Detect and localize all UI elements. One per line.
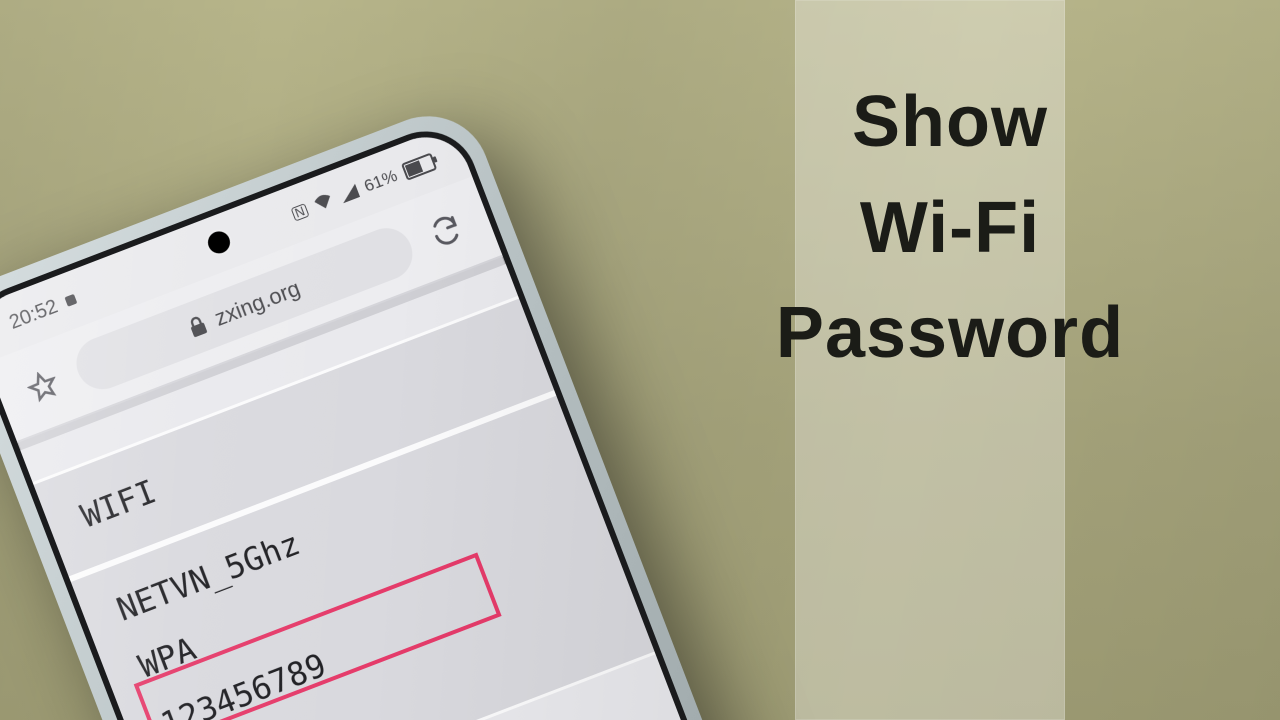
- status-battery-text: 61%: [361, 166, 400, 197]
- wifi-security-value: WPA: [133, 630, 201, 686]
- overlay-title: Show Wi-Fi Password: [690, 55, 1210, 402]
- status-notification-icon: [65, 294, 78, 307]
- refresh-icon[interactable]: [418, 203, 475, 260]
- scene-root: Show Wi-Fi Password 20:52 N: [0, 0, 1280, 720]
- overlay-line-1: Show: [690, 85, 1210, 161]
- status-battery-icon: [401, 153, 437, 181]
- status-time: 20:52: [6, 295, 61, 334]
- wifi-header-text: WIFI: [76, 472, 162, 535]
- bookmark-star-icon[interactable]: [14, 358, 71, 415]
- overlay-line-3: Password: [690, 296, 1210, 372]
- overlay-line-2: Wi-Fi: [690, 191, 1210, 267]
- lock-icon: [186, 314, 210, 339]
- status-signal-icon: [338, 184, 360, 204]
- status-wifi-icon: [311, 190, 337, 217]
- status-nfc-icon: N: [290, 203, 309, 222]
- address-bar-url: zxing.org: [211, 276, 304, 332]
